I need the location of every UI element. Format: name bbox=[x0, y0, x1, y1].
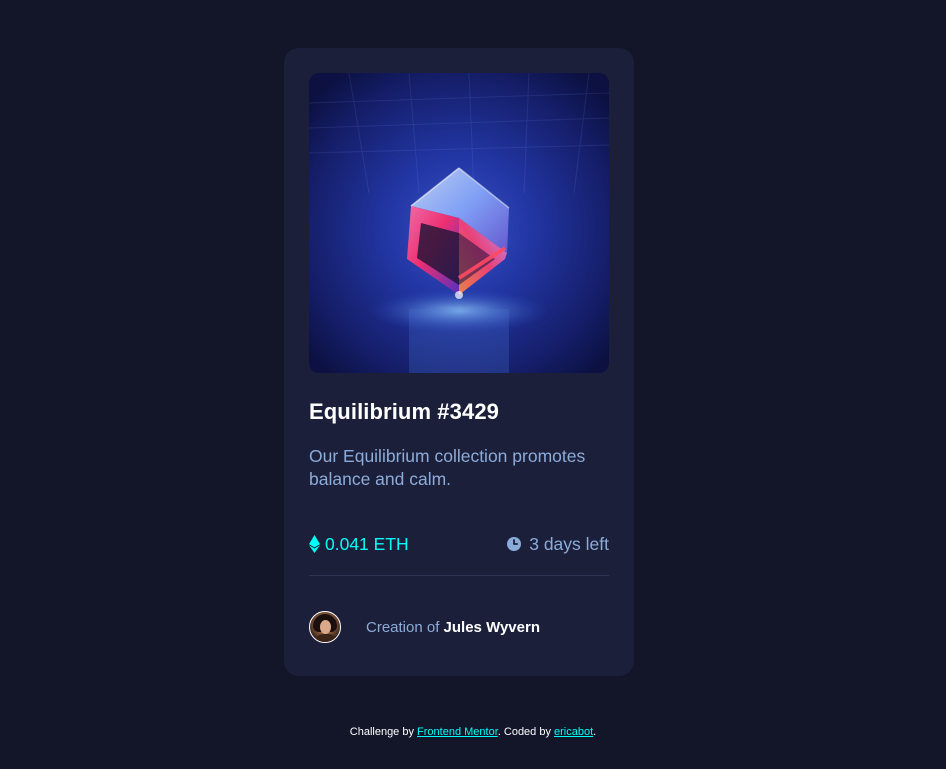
creator-text: Creation of Jules Wyvern bbox=[366, 619, 540, 636]
nft-image[interactable] bbox=[309, 73, 609, 373]
price: 0.041 ETH bbox=[309, 531, 409, 557]
nft-title[interactable]: Equilibrium #3429 bbox=[309, 397, 609, 427]
frontend-mentor-link[interactable]: Frontend Mentor bbox=[417, 726, 498, 738]
creator-name-link[interactable]: Jules Wyvern bbox=[444, 619, 540, 636]
ericabot-link[interactable]: ericabot bbox=[554, 726, 593, 738]
stats-row: 0.041 ETH 3 days left bbox=[309, 531, 609, 557]
price-value: 0.041 ETH bbox=[325, 533, 409, 554]
attribution-suffix: . bbox=[593, 726, 597, 738]
equilibrium-cube-image bbox=[309, 73, 609, 373]
nft-description: Our Equilibrium collection promotes bala… bbox=[309, 446, 586, 489]
attribution: Challenge by Frontend Mentor. Coded by e… bbox=[0, 726, 946, 738]
clock-icon bbox=[507, 537, 522, 551]
creator-prefix: Creation of bbox=[366, 618, 440, 636]
divider bbox=[309, 575, 609, 576]
time-left: 3 days left bbox=[507, 531, 609, 557]
time-left-value: 3 days left bbox=[529, 533, 609, 554]
nft-card: Equilibrium #3429 Our Equilibrium collec… bbox=[284, 48, 634, 676]
creator: Creation of Jules Wyvern bbox=[309, 611, 540, 643]
attribution-middle: . Coded by bbox=[497, 726, 551, 738]
page: Equilibrium #3429 Our Equilibrium collec… bbox=[0, 0, 946, 769]
ethereum-icon bbox=[309, 535, 320, 553]
avatar bbox=[309, 611, 341, 643]
attribution-prefix: Challenge by bbox=[349, 726, 414, 738]
